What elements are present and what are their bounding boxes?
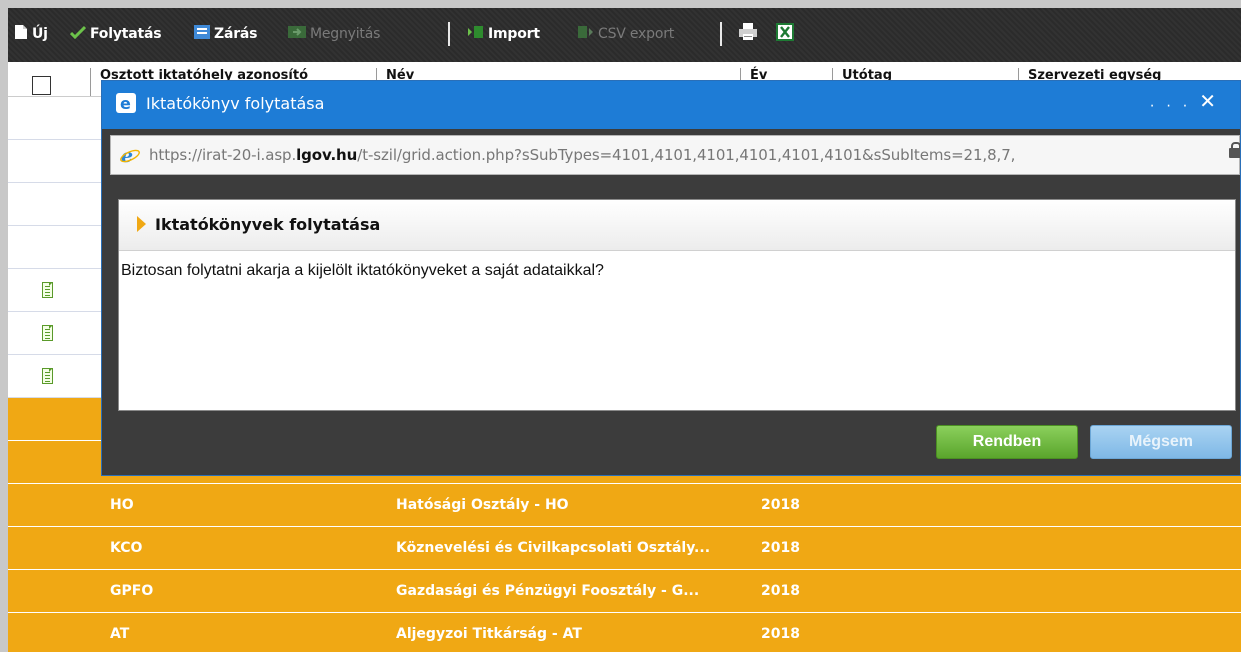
browser-icon: e: [116, 93, 136, 117]
cell-code: KCO: [110, 540, 143, 556]
confirmation-panel: Iktatókönyvek folytatása Biztosan folyta…: [118, 199, 1236, 411]
panel-title: Iktatókönyvek folytatása: [155, 215, 381, 234]
import-label: Import: [488, 26, 540, 42]
cell-year: 2018: [761, 626, 800, 642]
continue-label: Folytatás: [90, 26, 162, 42]
column-divider: [90, 68, 91, 96]
open-label: Megnyitás: [310, 26, 381, 42]
excel-icon: [776, 23, 794, 45]
outer-frame-top: [0, 0, 1241, 8]
ok-button[interactable]: Rendben: [936, 425, 1078, 459]
url-text: https://irat-20-i.asp.lgov.hu/t-szil/gri…: [149, 146, 1015, 164]
dialog-title-bar[interactable]: e Iktatókönyv folytatása ...✕: [102, 81, 1240, 129]
continue-dialog: e Iktatókönyv folytatása ...✕ e https://…: [101, 80, 1241, 476]
document-icon: [42, 282, 53, 298]
printer-icon: [738, 23, 758, 45]
open-icon: [288, 25, 306, 43]
new-button[interactable]: Új: [14, 23, 48, 45]
lock-icon: [1229, 142, 1240, 158]
outer-frame-left: [0, 0, 8, 652]
table-row-selected[interactable]: HO Hatósági Osztály - HO 2018: [8, 484, 1241, 527]
toolbar-separator: [720, 22, 722, 46]
cell-name: Gazdasági és Pénzügyi Foosztály - G...: [396, 583, 700, 599]
cell-code: HO: [110, 497, 134, 513]
print-button[interactable]: [738, 23, 758, 45]
new-label: Új: [32, 26, 48, 42]
dialog-title: Iktatókönyv folytatása: [146, 94, 325, 113]
toolbar-separator: [448, 22, 450, 46]
list-icon: [194, 25, 210, 43]
cell-year: 2018: [761, 497, 800, 513]
select-all-checkbox[interactable]: [32, 76, 51, 95]
open-button[interactable]: Megnyitás: [288, 23, 380, 45]
url-prefix: https://irat-20-i.asp.: [149, 146, 297, 164]
close-dialog-button[interactable]: ✕: [1199, 89, 1228, 113]
cancel-button[interactable]: Mégsem: [1090, 425, 1232, 459]
document-icon: [42, 325, 53, 341]
svg-text:e: e: [120, 94, 131, 113]
cell-year: 2018: [761, 540, 800, 556]
new-document-icon: [14, 24, 28, 44]
import-icon: [468, 25, 484, 43]
address-bar[interactable]: e https://irat-20-i.asp.lgov.hu/t-szil/g…: [110, 135, 1240, 175]
import-button[interactable]: Import: [468, 23, 540, 45]
table-row-selected[interactable]: GPFO Gazdasági és Pénzügyi Foosztály - G…: [8, 570, 1241, 613]
confirmation-message: Biztosan folytatni akarja a kijelölt ikt…: [121, 262, 604, 279]
document-icon: [42, 368, 53, 384]
csv-export-icon: [578, 25, 594, 43]
continue-button[interactable]: Folytatás: [69, 23, 162, 45]
toolbar: Új Folytatás Zárás Megnyitás Import CSV …: [8, 8, 1241, 62]
excel-button[interactable]: [776, 23, 794, 45]
more-options-button[interactable]: ...: [1150, 95, 1199, 111]
cell-year: 2018: [761, 583, 800, 599]
window-controls: ...✕: [1150, 89, 1228, 113]
cell-name: Aljegyzoi Titkárság - AT: [396, 626, 582, 642]
cell-code: GPFO: [110, 583, 154, 599]
internet-explorer-icon: e: [119, 145, 141, 169]
csv-export-label: CSV export: [598, 26, 675, 42]
csv-export-button[interactable]: CSV export: [578, 23, 674, 45]
panel-header: Iktatókönyvek folytatása: [119, 200, 1235, 251]
checkmark-icon: [69, 25, 87, 43]
cell-code: AT: [110, 626, 130, 642]
url-domain: lgov.hu: [296, 146, 358, 164]
url-path: /t-szil/grid.action.php?sSubTypes=4101,4…: [357, 146, 1016, 164]
table-row-selected[interactable]: KCO Köznevelési és Civilkapcsolati Osztá…: [8, 527, 1241, 570]
cell-name: Köznevelési és Civilkapcsolati Osztály..…: [396, 540, 711, 556]
close-book-button[interactable]: Zárás: [194, 23, 257, 45]
arrow-right-icon: [137, 216, 146, 232]
table-row-selected[interactable]: AT Aljegyzoi Titkárság - AT 2018: [8, 613, 1241, 653]
close-book-label: Zárás: [214, 26, 258, 42]
cell-name: Hatósági Osztály - HO: [396, 497, 569, 513]
